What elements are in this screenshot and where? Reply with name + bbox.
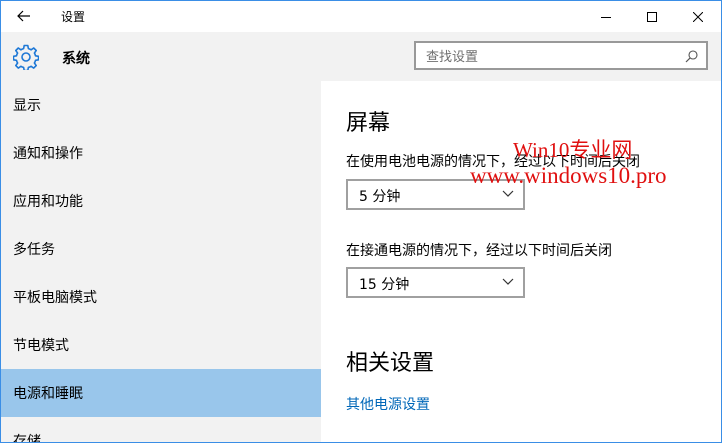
- section-title-related: 相关设置: [346, 351, 435, 376]
- sidebar-item-display[interactable]: 显示: [1, 81, 321, 129]
- minimize-icon: [601, 16, 611, 18]
- window-title: 设置: [61, 10, 86, 24]
- sidebar-item-battery-saver[interactable]: 节电模式: [1, 321, 321, 369]
- plugged-timeout-value: 15 分钟: [359, 277, 410, 293]
- sidebar-item-notifications[interactable]: 通知和操作: [1, 129, 321, 177]
- sidebar-item-apps[interactable]: 应用和功能: [1, 177, 321, 225]
- maximize-icon: [647, 11, 657, 22]
- sidebar-item-label: 多任务: [13, 242, 55, 258]
- sidebar: 显示 通知和操作 应用和功能 多任务 平板电脑模式 节电模式 电源和睡眠 存储: [1, 81, 321, 442]
- sidebar-item-label: 显示: [13, 98, 41, 114]
- sidebar-item-label: 节电模式: [13, 338, 69, 354]
- title-bar: 设置: [1, 1, 721, 32]
- page-title: 系统: [62, 51, 90, 67]
- sidebar-item-label: 存储: [13, 434, 41, 443]
- plugged-timeout-label: 在接通电源的情况下，经过以下时间后关闭: [346, 243, 612, 259]
- watermark-line2: www.windows10.pro: [470, 163, 667, 188]
- sidebar-item-label: 应用和功能: [13, 194, 83, 210]
- section-title-screen: 屏幕: [346, 111, 391, 136]
- search-box[interactable]: [414, 41, 708, 70]
- settings-window: 设置 系统 查找设置 显示 通知和操作 应用和功能 多任务 平板电脑模式 节电模…: [0, 0, 722, 443]
- back-arrow-icon: [17, 10, 30, 22]
- search-input[interactable]: [426, 48, 666, 66]
- sidebar-item-label: 通知和操作: [13, 146, 83, 162]
- sidebar-item-label: 电源和睡眠: [13, 386, 83, 402]
- sidebar-item-tablet-mode[interactable]: 平板电脑模式: [1, 273, 321, 321]
- gear-icon: [13, 44, 39, 70]
- other-power-settings-link[interactable]: 其他电源设置: [346, 394, 430, 414]
- close-button[interactable]: [675, 1, 721, 32]
- sidebar-item-power-sleep[interactable]: 电源和睡眠: [1, 369, 321, 417]
- chevron-down-icon: [502, 278, 514, 285]
- sidebar-item-multitasking[interactable]: 多任务: [1, 225, 321, 273]
- sidebar-item-label: 平板电脑模式: [13, 290, 97, 306]
- sidebar-item-storage[interactable]: 存储: [1, 417, 321, 443]
- watermark-line1: Win10专业网: [513, 138, 633, 162]
- plugged-timeout-dropdown[interactable]: 15 分钟: [346, 267, 525, 298]
- maximize-button[interactable]: [629, 1, 675, 32]
- chevron-down-icon: [502, 190, 514, 197]
- battery-timeout-value: 5 分钟: [359, 189, 401, 205]
- close-icon: [693, 11, 703, 22]
- minimize-button[interactable]: [583, 1, 629, 32]
- search-icon[interactable]: [685, 50, 698, 63]
- main-content: 屏幕 在使用电池电源的情况下，经过以下时间后关闭 5 分钟 在接通电源的情况下，…: [321, 81, 721, 442]
- settings-header: 系统: [1, 32, 721, 81]
- back-button[interactable]: [11, 5, 37, 27]
